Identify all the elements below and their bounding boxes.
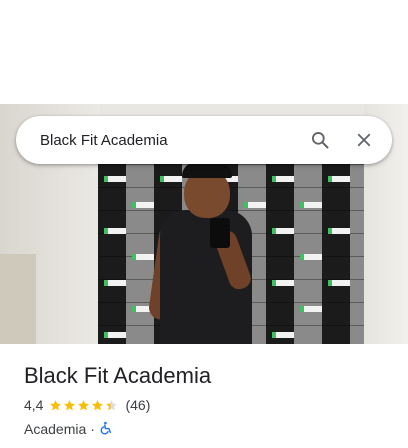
place-title: Black Fit Academia <box>24 363 212 388</box>
star-icon <box>50 399 62 410</box>
review-count[interactable]: (46) <box>125 397 150 413</box>
photo-shelf <box>0 254 36 344</box>
search-input[interactable] <box>16 116 298 164</box>
search-button[interactable] <box>298 116 342 164</box>
rating-value: 4,4 <box>24 397 44 413</box>
search-icon <box>310 130 330 150</box>
place-category: Academia <box>24 421 87 437</box>
person-cap <box>182 162 232 178</box>
rating-stars <box>49 399 119 412</box>
close-icon <box>355 131 373 149</box>
wheelchair-icon <box>99 421 113 438</box>
phone <box>210 218 230 248</box>
star-icon <box>106 399 118 410</box>
place-info-panel: Black Fit Academia 4,4 (46) Academia · <box>0 344 408 448</box>
rating-row[interactable]: 4,4 (46) <box>24 396 408 414</box>
category-row: Academia · <box>24 420 408 438</box>
clear-search-button[interactable] <box>342 116 386 164</box>
star-icon <box>92 399 104 410</box>
separator-dot: · <box>90 421 95 437</box>
top-blank-area <box>0 0 408 104</box>
search-bar <box>16 116 392 164</box>
star-icon <box>64 399 76 410</box>
star-icon <box>78 399 90 410</box>
